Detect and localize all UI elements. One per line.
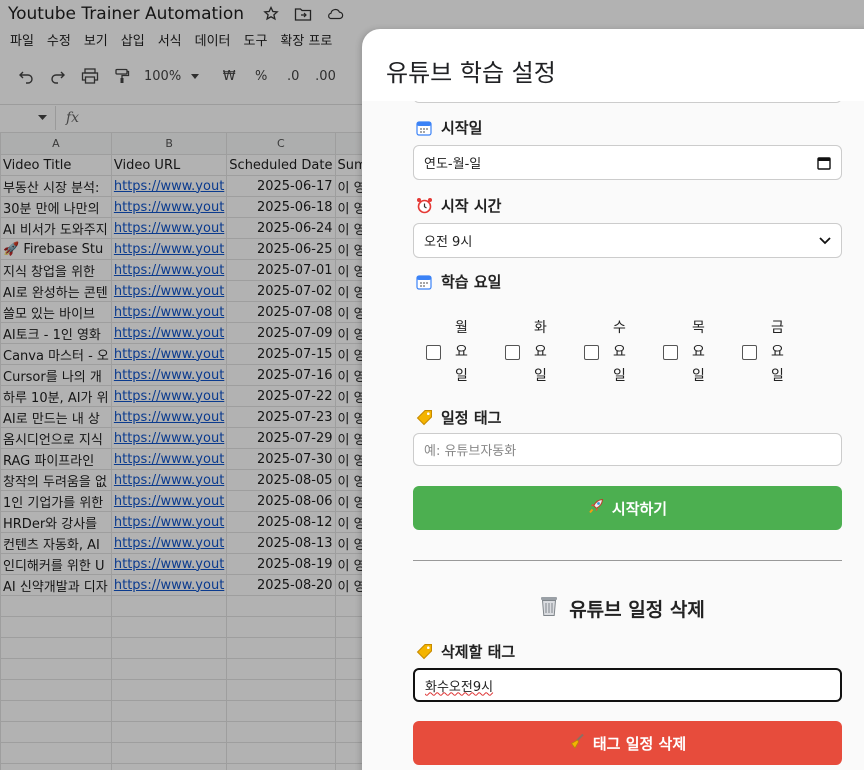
chevron-down-icon [819,236,831,245]
day-checkbox[interactable] [426,344,441,360]
panel-body: 시작일 연도-월-일 시작 시간 오전 9시 학습 요일 월 요 일 화 요 일… [362,101,864,770]
delete-section-title-text: 유튜브 일정 삭제 [569,599,705,621]
day-label: 화요일 [534,320,547,384]
settings-panel: 유튜브 학습 설정 시작일 연도-월-일 시작 시간 오전 9시 학습 요일 월… [362,29,864,770]
tag-input[interactable]: 예: 유튜브자동화 [413,433,842,466]
delete-tag-value: 화수오전9시 [425,679,494,695]
rocket-icon [588,498,604,518]
day-label: 수요일 [613,320,626,384]
previous-field-edge [413,101,842,103]
broom-icon [569,733,585,753]
day-option[interactable]: 화요일 [505,316,584,388]
delete-tag-button[interactable]: 태그 일정 삭제 [413,721,842,765]
day-checkbox[interactable] [742,344,757,360]
day-label: 목요일 [692,320,705,384]
wastebasket-icon [539,595,559,622]
day-checkbox[interactable] [663,344,678,360]
day-option[interactable]: 금요일 [742,316,821,388]
delete-tag-label: 삭제할 태그 [415,641,515,662]
day-label: 월요일 [455,320,468,384]
start-date-value: 연도-월-일 [424,157,482,172]
section-divider [413,560,842,561]
study-days-label: 학습 요일 [415,271,501,292]
tag-label: 일정 태그 [415,407,501,428]
day-checkbox[interactable] [584,344,599,360]
delete-section-title: 유튜브 일정 삭제 [362,595,864,622]
tag-icon [415,643,433,661]
delete-tag-button-label: 태그 일정 삭제 [592,734,687,753]
day-label: 금요일 [771,320,784,384]
study-days-group: 월요일 화요일 수요일 목요일 금요일 [426,316,826,388]
start-time-label-text: 시작 시간 [441,197,502,215]
panel-title: 유튜브 학습 설정 [386,59,556,87]
calendar-icon [415,119,433,137]
day-option[interactable]: 목요일 [663,316,742,388]
start-date-label: 시작일 [415,117,482,138]
start-date-input[interactable]: 연도-월-일 [413,145,842,180]
tag-input-placeholder: 예: 유튜브자동화 [424,444,517,459]
alarm-clock-icon [415,197,433,215]
start-time-value: 오전 9시 [424,235,473,250]
start-button-label: 시작하기 [611,499,668,518]
start-time-label: 시작 시간 [415,195,501,216]
tag-label-text: 일정 태그 [441,409,502,427]
date-picker-icon[interactable] [817,156,831,170]
calendar-icon [415,273,433,291]
day-option[interactable]: 수요일 [584,316,663,388]
day-option[interactable]: 월요일 [426,316,505,388]
study-days-label-text: 학습 요일 [441,273,502,291]
day-checkbox[interactable] [505,344,520,360]
start-button[interactable]: 시작하기 [413,486,842,530]
start-date-label-text: 시작일 [441,119,483,137]
delete-tag-input[interactable]: 화수오전9시 [413,668,842,702]
delete-tag-label-text: 삭제할 태그 [441,643,516,661]
start-time-select[interactable]: 오전 9시 [413,223,842,258]
tag-icon [415,409,433,427]
